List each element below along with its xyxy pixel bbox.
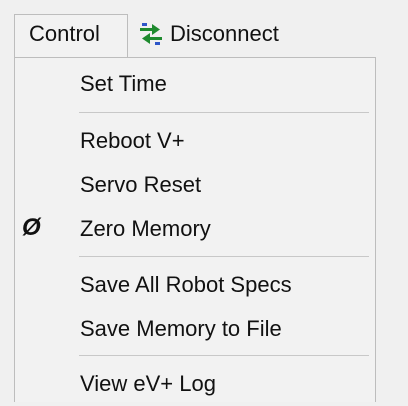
menu-separator (79, 355, 369, 356)
menu-item-save-robot-specs-label: Save All Robot Specs (80, 272, 292, 297)
disconnect-button-label: Disconnect (170, 21, 279, 46)
menu-item-servo-reset[interactable]: Servo Reset (15, 163, 375, 207)
menu-item-zero-memory-label: Zero Memory (80, 216, 211, 241)
menu-item-zero-memory[interactable]: Ø Zero Memory (15, 207, 375, 251)
disconnect-button[interactable]: Disconnect (138, 14, 279, 54)
menu-bar: Control Disconnect (0, 0, 408, 58)
menu-item-save-memory-file-label: Save Memory to File (80, 316, 282, 341)
menu-control-label: Control (29, 21, 100, 46)
menu-item-servo-reset-label: Servo Reset (80, 172, 202, 197)
null-set-icon: Ø (22, 214, 41, 241)
control-dropdown-menu: Set Time Reboot V+ Servo Reset Ø Zero Me… (14, 57, 376, 402)
menu-item-view-log[interactable]: View eV+ Log (15, 362, 375, 406)
disconnect-arrows-icon (140, 23, 162, 45)
menu-separator (79, 256, 369, 257)
menu-item-reboot[interactable]: Reboot V+ (15, 119, 375, 163)
menu-item-save-robot-specs[interactable]: Save All Robot Specs (15, 263, 375, 307)
menu-item-save-memory-file[interactable]: Save Memory to File (15, 307, 375, 351)
menu-item-reboot-label: Reboot V+ (80, 128, 185, 153)
menu-control[interactable]: Control (14, 14, 128, 58)
menu-item-view-log-label: View eV+ Log (80, 371, 216, 396)
menu-item-set-time[interactable]: Set Time (15, 62, 375, 106)
menu-item-set-time-label: Set Time (80, 71, 167, 96)
menu-separator (79, 112, 369, 113)
